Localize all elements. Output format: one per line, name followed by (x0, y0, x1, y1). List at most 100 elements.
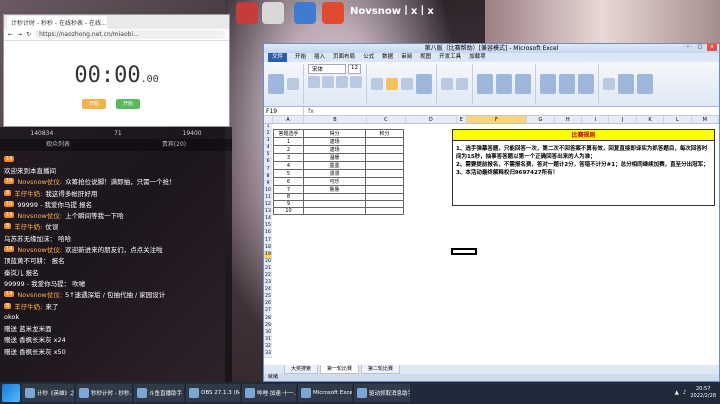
desktop-app-icon[interactable] (262, 2, 284, 24)
desktop-app-icon[interactable] (294, 2, 316, 24)
tab-viewers[interactable]: 观众列表 (0, 139, 116, 151)
table-cell[interactable]: 10 (273, 207, 304, 216)
table-cell[interactable] (365, 145, 404, 154)
fill-color-icon[interactable] (350, 76, 362, 88)
ribbon-tab[interactable]: 开发工具 (439, 53, 461, 62)
row-header[interactable]: 17 (264, 237, 272, 245)
row-header[interactable]: 19 (264, 251, 272, 259)
table-cell[interactable] (303, 200, 366, 209)
format-icon[interactable] (578, 74, 594, 94)
table-cell[interactable]: 可乐 (303, 177, 366, 186)
ribbon-tab[interactable]: 插入 (314, 53, 325, 62)
row-header[interactable]: 20 (264, 258, 272, 266)
sort-filter-icon[interactable] (618, 74, 634, 94)
fx-icon[interactable]: fx (304, 107, 318, 115)
sheet-tab[interactable]: 第二轮比赛 (361, 365, 401, 374)
table-cell[interactable] (365, 177, 404, 186)
clock[interactable]: 20:57 2022/2/28 (690, 386, 716, 400)
chat-username[interactable]: 羊仔牛奶: (14, 188, 42, 198)
table-cell[interactable]: 鲁鲁 (303, 185, 366, 194)
row-header[interactable]: 10 (264, 187, 272, 195)
find-select-icon[interactable] (637, 74, 653, 94)
timer-browser-window[interactable]: 计秒计时 - 秒秒 - 在线秒表 - 在线... ← → ↻ https://n… (3, 14, 230, 127)
selected-cell[interactable] (451, 248, 477, 255)
table-cell[interactable]: 3 (273, 153, 304, 162)
column-header[interactable]: K (637, 116, 665, 123)
column-header[interactable]: G (527, 116, 555, 123)
excel-window[interactable]: 第八版（比赛帮助）[兼容模式] - Microsoft Excel – □ × … (263, 43, 720, 382)
table-header[interactable]: 得分 (303, 129, 366, 138)
row-header[interactable]: 33 (264, 351, 272, 359)
row-header[interactable]: 22 (264, 272, 272, 281)
table-cell[interactable]: 逮玚 (303, 145, 366, 154)
insert-icon[interactable] (540, 74, 556, 94)
table-header[interactable]: 积分 (365, 129, 404, 138)
table-cell[interactable]: 墨墨 (303, 161, 366, 170)
reset-button[interactable]: 开始 (116, 99, 140, 109)
url-input[interactable]: https://naozhong.net.cn/miaobi... (35, 30, 225, 39)
row-header[interactable]: 16 (264, 230, 272, 238)
table-format-icon[interactable] (496, 74, 512, 94)
network-icon[interactable]: ▲ (675, 390, 679, 396)
row-header[interactable]: 6 (264, 159, 272, 167)
table-cell[interactable]: 漫漫 (303, 169, 366, 178)
column-header[interactable]: D (406, 116, 457, 123)
sum-icon[interactable] (603, 78, 615, 90)
start-button[interactable] (2, 384, 20, 402)
table-cell[interactable]: 8 (273, 192, 304, 202)
chat-username[interactable]: Novsnow仗仪: (17, 244, 62, 254)
maximize-icon[interactable]: □ (695, 44, 705, 51)
table-cell[interactable]: 逮玚 (303, 137, 366, 146)
align-right-icon[interactable] (401, 78, 413, 90)
font-size-select[interactable]: 12 (348, 64, 361, 74)
table-cell[interactable] (365, 200, 404, 209)
row-header[interactable]: 11 (264, 194, 272, 203)
chat-username[interactable]: Novsnow仗仪: (17, 210, 62, 220)
tab-vip[interactable]: 贵宾(20) (116, 139, 232, 151)
name-box[interactable]: F19 (264, 107, 304, 115)
chat-username[interactable]: Novsnow仗仪: (17, 289, 62, 299)
sheet-tab[interactable]: 大奖搜索 (284, 365, 319, 374)
taskbar-item[interactable]: 计秒《英雄》之师... (22, 384, 74, 402)
select-all-corner[interactable] (264, 116, 273, 123)
row-header[interactable]: 7 (264, 166, 272, 174)
table-cell[interactable] (365, 137, 404, 146)
number-format-icon[interactable] (441, 78, 453, 90)
column-header[interactable]: F (466, 116, 528, 123)
ribbon-tab[interactable]: 视图 (420, 53, 431, 62)
formula-input[interactable] (318, 107, 719, 115)
row-header[interactable]: 21 (264, 265, 272, 273)
table-cell[interactable]: 5 (273, 169, 304, 178)
table-cell[interactable] (365, 207, 404, 216)
sheet-tab[interactable]: 第一轮比赛 (320, 365, 360, 374)
table-cell[interactable] (365, 192, 404, 202)
table-cell[interactable] (303, 192, 366, 202)
column-header[interactable]: J (609, 116, 637, 123)
row-header[interactable]: 31 (264, 336, 272, 344)
rules-box[interactable]: 比赛规则 1、选手弹幕答题，只能回答一次，第二次不回答案不算有效，回复直接即译实… (452, 129, 715, 206)
table-cell[interactable]: 9 (273, 200, 304, 209)
cell-styles-icon[interactable] (515, 74, 531, 94)
ribbon-tab[interactable]: 文件 (268, 53, 288, 62)
table-cell[interactable] (365, 153, 404, 162)
taskbar-item[interactable]: 驱动抓取消息助手 (354, 384, 410, 402)
align-left-icon[interactable] (371, 78, 383, 90)
table-cell[interactable] (365, 185, 404, 194)
browser-tab[interactable]: 计秒计时 - 秒秒 - 在线秒表 - 在线... (7, 15, 107, 29)
desktop-app-icon[interactable] (236, 2, 258, 24)
row-header[interactable]: 28 (264, 315, 272, 323)
ribbon-tab[interactable]: 加载项 (469, 53, 486, 62)
bold-icon[interactable] (308, 76, 320, 88)
worksheet[interactable]: 1 2 3 4 5 6 7 8 9 10 11 12 13 14 15 16 17 18 19 20 21 22 23 24 2… (264, 124, 719, 360)
forward-icon[interactable]: → (17, 31, 22, 38)
table-cell[interactable]: 2 (273, 145, 304, 154)
ribbon-tab[interactable]: 审阅 (401, 53, 412, 62)
row-header[interactable]: 29 (264, 322, 272, 330)
ribbon-tab[interactable]: 公式 (363, 53, 374, 62)
cut-icon[interactable] (287, 78, 299, 90)
row-header[interactable]: 27 (264, 308, 272, 316)
row-header[interactable]: 9 (264, 180, 272, 188)
row-header[interactable]: 8 (264, 173, 272, 181)
percent-icon[interactable] (456, 78, 468, 90)
table-cell[interactable]: 6 (273, 177, 304, 186)
